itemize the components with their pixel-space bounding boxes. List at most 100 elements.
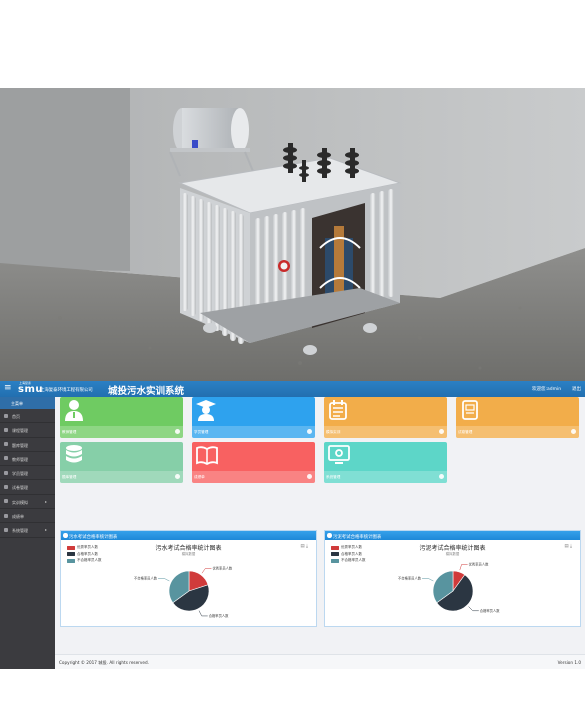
pie-leader-line bbox=[422, 578, 434, 582]
logout-link[interactable]: 退出 bbox=[572, 386, 581, 392]
sidebar-item[interactable]: 题库管理 bbox=[0, 438, 55, 452]
sidebar-item-label: 课程管理 bbox=[12, 428, 28, 434]
pie-leader-line bbox=[158, 578, 170, 582]
sidebar-item[interactable]: 教师管理 bbox=[0, 452, 55, 467]
sidebar-item-icon bbox=[4, 413, 8, 418]
sidebar-item-icon bbox=[4, 442, 8, 447]
page-root: ≡ 上海复泰 smu 上海复泰环境工程有限公司 城投污水实训系统 欢迎您:adm… bbox=[0, 0, 585, 720]
sidebar-item[interactable]: 成绩单 bbox=[0, 509, 55, 524]
graduate-icon bbox=[196, 399, 216, 425]
tile-icon-area bbox=[60, 442, 183, 471]
sidebar-item-label: 成绩单 bbox=[12, 514, 24, 520]
tile-graduate[interactable]: 学员管理 bbox=[192, 397, 315, 438]
sidebar-item-icon bbox=[4, 456, 8, 461]
tile-icon-area bbox=[60, 397, 183, 426]
tile-book[interactable]: 成绩单 bbox=[192, 442, 315, 483]
tile-label: 成绩单 bbox=[194, 474, 205, 479]
tile-icon-area bbox=[192, 442, 315, 471]
pie-leader-line bbox=[198, 610, 208, 617]
arrow-circle-icon bbox=[439, 429, 444, 434]
logo-company-name: 上海复泰环境工程有限公司 bbox=[40, 388, 93, 393]
tile-footer: 成绩单 bbox=[192, 471, 315, 483]
company-logo: 上海复泰 smu 上海复泰环境工程有限公司 bbox=[16, 381, 106, 397]
tile-label: 学员管理 bbox=[194, 429, 209, 434]
pie-data-label: 优秀率员人数 bbox=[212, 566, 232, 571]
chevron-right-icon: ▸ bbox=[45, 498, 48, 504]
sidebar-item-icon bbox=[4, 499, 8, 504]
chart-panel-sewage: 污水考试合格率统计图表 污水考试合格率统计图表 模拟数据 ▤ ⤓ 优秀率员人数合… bbox=[60, 530, 317, 627]
sidebar-item-icon bbox=[4, 527, 8, 532]
sidebar-item-icon bbox=[4, 427, 8, 432]
sidebar-item[interactable]: 课程管理 bbox=[0, 423, 55, 438]
tile-label: 教师管理 bbox=[62, 429, 77, 434]
tile-calendar[interactable]: 模拟实训 bbox=[324, 397, 447, 438]
sidebar-main-menu-tab[interactable]: 主菜单 bbox=[0, 397, 55, 409]
pie-chart-sludge: 优秀率员人数合格率员人数 不合格率员人数 bbox=[398, 562, 500, 613]
tile-icon-area bbox=[324, 442, 447, 471]
admin-app: ≡ 上海复泰 smu 上海复泰环境工程有限公司 城投污水实训系统 欢迎您:adm… bbox=[0, 381, 585, 669]
tile-footer: 学员管理 bbox=[192, 426, 315, 438]
pie-leader-line bbox=[468, 606, 479, 612]
arrow-circle-icon bbox=[307, 474, 312, 479]
arrow-circle-icon bbox=[307, 429, 312, 434]
teacher-icon bbox=[64, 399, 84, 425]
database-icon bbox=[64, 444, 84, 470]
tile-teacher[interactable]: 教师管理 bbox=[60, 397, 183, 438]
sidebar-item-label: 系统管理 bbox=[12, 528, 28, 534]
tile-footer: 教师管理 bbox=[60, 426, 183, 438]
pie-data-label: 不合格率员人数 bbox=[398, 575, 422, 580]
tile-icon-area bbox=[324, 397, 447, 426]
tile-label: 系统管理 bbox=[326, 474, 341, 479]
arrow-circle-icon bbox=[439, 474, 444, 479]
app-title: 城投污水实训系统 bbox=[108, 386, 185, 397]
tile-icon-area bbox=[456, 397, 579, 426]
tile-label: 题库管理 bbox=[62, 474, 77, 479]
sidebar-item-label: 首页 bbox=[12, 414, 20, 419]
pie-data-label: 合格率员人数 bbox=[480, 608, 500, 613]
sidebar-item[interactable]: 首页 bbox=[0, 409, 55, 424]
tile-exam-paper[interactable]: 试卷管理 bbox=[456, 397, 579, 438]
version-text: Version 1.0 bbox=[557, 659, 581, 665]
arrow-circle-icon bbox=[175, 429, 180, 434]
arrow-circle-icon bbox=[571, 429, 576, 434]
exam-paper-icon bbox=[460, 399, 480, 425]
footer: Copyright © 2017 城投. All rights reserved… bbox=[55, 654, 585, 669]
pie-leader-line bbox=[201, 568, 212, 574]
monitor-gear-icon bbox=[328, 444, 350, 470]
sidebar-item[interactable]: 试卷管理 bbox=[0, 480, 55, 495]
sidebar-main-menu-label: 主菜单 bbox=[11, 401, 23, 406]
tile-monitor-gear[interactable]: 系统管理 bbox=[324, 442, 447, 483]
sidebar-item[interactable]: 系统管理 ▸ bbox=[0, 523, 55, 538]
pie-leader-line bbox=[459, 564, 468, 571]
sidebar-item[interactable]: 学员管理 bbox=[0, 466, 55, 481]
tile-label: 试卷管理 bbox=[458, 429, 473, 434]
transformer-3d-scene[interactable] bbox=[0, 88, 585, 381]
sidebar-nav-list: 首页 课程管理 题库管理 教师管理 学员管理 试卷管理 实训模拟 ▸ 成绩单 系统管理 ▸ bbox=[0, 409, 55, 538]
pie-data-label: 优秀率员人数 bbox=[469, 562, 489, 567]
tile-footer: 题库管理 bbox=[60, 471, 183, 483]
copyright-text: Copyright © 2017 城投. All rights reserved… bbox=[59, 659, 149, 665]
tile-footer: 模拟实训 bbox=[324, 426, 447, 438]
sidebar-item-icon bbox=[4, 470, 8, 475]
sidebar-item[interactable]: 实训模拟 ▸ bbox=[0, 495, 55, 510]
sidebar-item-label: 实训模拟 bbox=[12, 499, 28, 505]
tile-icon-area bbox=[192, 397, 315, 426]
sidebar-item-label: 题库管理 bbox=[12, 442, 28, 448]
arrow-circle-icon bbox=[175, 474, 180, 479]
tile-footer: 系统管理 bbox=[324, 471, 447, 483]
sidebar-item-label: 试卷管理 bbox=[12, 485, 28, 491]
hamburger-menu-icon[interactable]: ≡ bbox=[4, 383, 12, 393]
sidebar-item-icon bbox=[4, 513, 8, 518]
sidebar: 主菜单 首页 课程管理 题库管理 教师管理 学员管理 试卷管理 实训模拟 ▸ 成绩单 系统管理 ▸ bbox=[0, 397, 55, 669]
welcome-user-text: 欢迎您:admin bbox=[532, 387, 562, 392]
main-content: 教师管理 学员管理 模拟实训 试卷管理题库管理 成绩单 系统管理 污水考试合格率统计图表 … bbox=[55, 397, 585, 654]
top-navbar: ≡ 上海复泰 smu 上海复泰环境工程有限公司 城投污水实训系统 欢迎您:adm… bbox=[0, 381, 585, 397]
chart-panel-sludge: 污泥考试合格率统计图表 污泥考试合格率统计图表 模拟数据 ▤ ⤓ 优秀率员人数合… bbox=[324, 530, 581, 627]
book-icon bbox=[196, 444, 218, 470]
sidebar-item-label: 学员管理 bbox=[12, 471, 28, 477]
tile-label: 模拟实训 bbox=[326, 429, 341, 434]
tile-database[interactable]: 题库管理 bbox=[60, 442, 183, 483]
pie-data-label: 合格率员人数 bbox=[209, 613, 229, 618]
tile-footer: 试卷管理 bbox=[456, 426, 579, 438]
sidebar-item-icon bbox=[4, 484, 8, 489]
